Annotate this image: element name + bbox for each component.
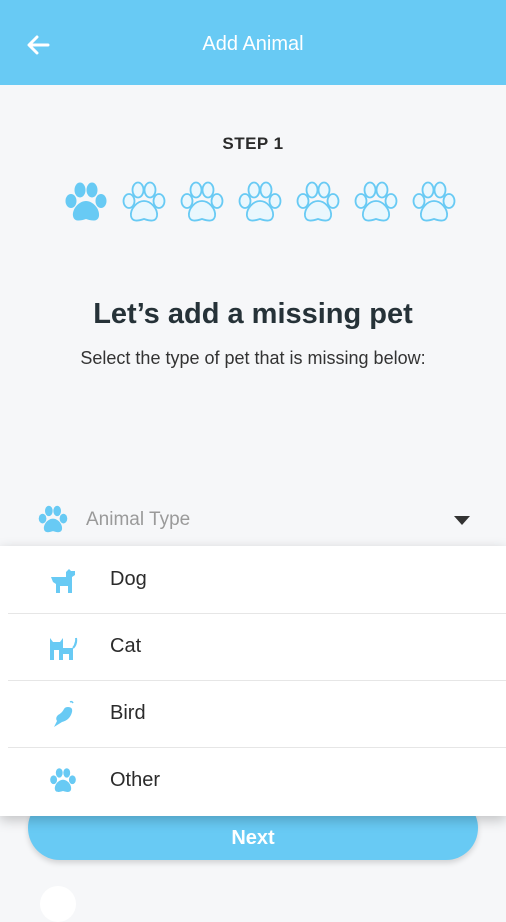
instructions-text: Select the type of pet that is missing b… <box>80 348 426 368</box>
option-bird[interactable]: Bird <box>0 680 506 747</box>
paw-icon <box>50 767 76 792</box>
page-title: Add Animal <box>202 32 304 55</box>
step-6-paw-icon <box>354 181 398 222</box>
dog-icon <box>51 568 75 593</box>
cat-icon <box>50 637 78 660</box>
step-1-paw-icon <box>65 182 107 221</box>
back-button[interactable] <box>20 28 56 62</box>
step-progress <box>62 180 458 226</box>
option-label: Bird <box>110 702 146 724</box>
animal-type-dropdown: Dog Cat Bird Other <box>0 546 506 816</box>
step-5-paw-icon <box>296 181 340 222</box>
partial-circle-element <box>40 886 76 922</box>
option-dog[interactable]: Dog <box>0 546 506 613</box>
step-4-paw-icon <box>238 181 282 222</box>
option-label: Cat <box>110 635 142 657</box>
option-label: Other <box>110 769 161 791</box>
app-bar: Add Animal <box>0 0 506 85</box>
step-2-paw-icon <box>122 181 166 222</box>
step-3-paw-icon <box>180 181 224 222</box>
step-7-paw-icon <box>412 181 456 222</box>
headline: Let’s add a missing pet <box>93 298 413 330</box>
option-label: Dog <box>110 568 147 590</box>
option-other[interactable]: Other <box>0 747 506 814</box>
bird-icon <box>54 700 74 727</box>
paw-icon <box>38 505 68 533</box>
arrow-left-icon <box>27 35 50 55</box>
option-cat[interactable]: Cat <box>0 613 506 680</box>
step-label: STEP 1 <box>222 134 284 153</box>
animal-type-placeholder: Animal Type <box>86 509 191 530</box>
caret-down-icon <box>454 515 470 525</box>
animal-type-select[interactable]: Animal Type <box>36 500 476 540</box>
